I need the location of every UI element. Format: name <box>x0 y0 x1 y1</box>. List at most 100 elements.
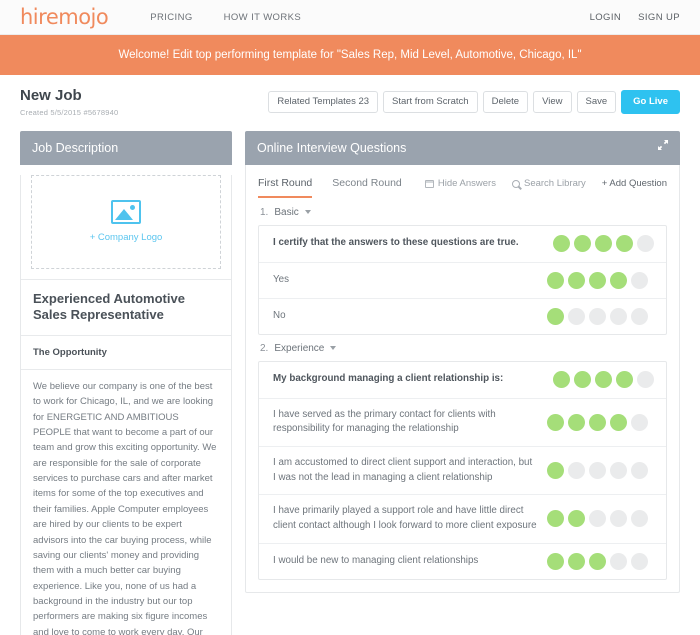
search-library-button[interactable]: Search Library <box>511 178 586 189</box>
answer-text: I have primarily played a support role a… <box>273 505 537 531</box>
question-group: 2. Experience My background managing a c… <box>258 343 667 580</box>
job-description-panel-header: Job Description <box>20 130 232 165</box>
answer-text: Yes <box>273 273 289 285</box>
score-dot-empty[interactable] <box>568 462 585 480</box>
job-action-buttons: Related Templates 23 Start from Scratch … <box>268 88 680 114</box>
score-dot-empty[interactable] <box>589 510 606 528</box>
question-group-name[interactable]: Basic <box>274 207 298 218</box>
interview-questions-panel: Online Interview Questions First Round S… <box>245 130 680 593</box>
score-dot-empty[interactable] <box>610 307 627 325</box>
nav-link-signup[interactable]: SIGN UP <box>638 12 680 23</box>
list-icon <box>424 179 434 188</box>
score-dot-filled[interactable] <box>568 413 585 431</box>
score-dot-empty[interactable] <box>610 510 627 528</box>
interview-tool-buttons: Hide Answers Search Library + Add Questi… <box>424 178 667 196</box>
score-dot-filled[interactable] <box>610 413 627 431</box>
job-description-heading-section: Experienced Automotive Sales Representat… <box>21 278 231 335</box>
nav-link-login[interactable]: LOGIN <box>590 12 622 23</box>
chevron-down-icon[interactable] <box>304 210 311 214</box>
interview-toolbar: First Round Second Round Hide Answers Se… <box>258 165 667 199</box>
score-dot-filled[interactable] <box>547 271 564 289</box>
score-dot-filled[interactable] <box>595 371 612 388</box>
company-logo-upload-label: + Company Logo <box>89 232 163 243</box>
hiremojo-logo[interactable]: hiremojo <box>20 6 109 28</box>
question-row: I would be new to managing client relati… <box>259 542 666 579</box>
question-row: I have served as the primary contact for… <box>259 397 666 446</box>
score-dot-filled[interactable] <box>589 552 606 570</box>
score-dot-empty[interactable] <box>568 307 585 325</box>
score-dots[interactable] <box>547 510 648 528</box>
score-dot-filled[interactable] <box>568 552 585 570</box>
go-live-button[interactable]: Go Live <box>621 90 680 114</box>
score-dot-empty[interactable] <box>637 371 654 388</box>
question-group-number: 2. <box>260 342 269 354</box>
view-button[interactable]: View <box>533 91 572 113</box>
score-dot-empty[interactable] <box>631 271 648 289</box>
score-dots[interactable] <box>547 462 648 480</box>
page-title: New Job <box>20 87 82 104</box>
nav-link-pricing[interactable]: PRICING <box>150 12 192 23</box>
company-logo-upload[interactable]: + Company Logo <box>31 174 221 269</box>
nav-link-how-it-works[interactable]: HOW IT WORKS <box>224 12 301 23</box>
score-dots[interactable] <box>553 235 654 252</box>
question-group-number: 1. <box>260 206 269 218</box>
question-text: I certify that the answers to these ques… <box>273 237 519 249</box>
score-dot-filled[interactable] <box>610 271 627 289</box>
question-group-header: 2. Experience <box>258 343 667 361</box>
score-dot-filled[interactable] <box>547 552 564 570</box>
score-dots[interactable] <box>547 307 648 325</box>
welcome-banner: Welcome! Edit top performing template fo… <box>0 35 700 75</box>
expand-diagonal-icon[interactable] <box>656 138 670 152</box>
tab-first-round[interactable]: First Round <box>258 177 313 198</box>
score-dots[interactable] <box>547 271 648 289</box>
score-dot-filled[interactable] <box>547 413 564 431</box>
start-from-scratch-button[interactable]: Start from Scratch <box>383 91 478 113</box>
related-templates-button[interactable]: Related Templates 23 <box>268 91 379 113</box>
score-dot-filled[interactable] <box>589 413 606 431</box>
score-dot-filled[interactable] <box>547 462 564 480</box>
score-dot-filled[interactable] <box>589 271 606 289</box>
add-question-button[interactable]: + Add Question <box>602 178 667 189</box>
delete-button[interactable]: Delete <box>482 91 529 113</box>
question-row: I have primarily played a support role a… <box>259 494 666 542</box>
app-page: hiremojo PRICING HOW IT WORKS LOGIN SIGN… <box>0 0 700 635</box>
score-dot-filled[interactable] <box>616 235 633 252</box>
score-dot-filled[interactable] <box>553 371 570 388</box>
score-dot-empty[interactable] <box>610 552 627 570</box>
primary-nav-links: PRICING HOW IT WORKS <box>150 12 301 23</box>
score-dot-filled[interactable] <box>553 235 570 252</box>
score-dot-filled[interactable] <box>568 510 585 528</box>
score-dot-filled[interactable] <box>568 271 585 289</box>
score-dot-filled[interactable] <box>547 307 564 325</box>
score-dot-empty[interactable] <box>631 462 648 480</box>
score-dot-empty[interactable] <box>631 510 648 528</box>
score-dots[interactable] <box>547 413 648 431</box>
question-row: I am accustomed to direct client support… <box>259 445 666 494</box>
hide-answers-button[interactable]: Hide Answers <box>424 178 496 189</box>
question-row: No <box>259 297 666 334</box>
score-dot-filled[interactable] <box>547 510 564 528</box>
score-dot-filled[interactable] <box>595 235 612 252</box>
score-dots[interactable] <box>547 552 648 570</box>
tab-second-round[interactable]: Second Round <box>332 177 401 198</box>
score-dot-empty[interactable] <box>637 235 654 252</box>
score-dot-empty[interactable] <box>589 462 606 480</box>
question-list: I certify that the answers to these ques… <box>258 224 667 335</box>
score-dot-empty[interactable] <box>631 413 648 431</box>
score-dot-filled[interactable] <box>574 371 591 388</box>
score-dot-filled[interactable] <box>574 235 591 252</box>
answer-text: I am accustomed to direct client support… <box>273 456 533 483</box>
add-question-label: + Add Question <box>601 178 667 189</box>
save-button[interactable]: Save <box>576 91 617 113</box>
search-library-label: Search Library <box>523 178 586 189</box>
score-dot-empty[interactable] <box>631 552 648 570</box>
chevron-down-icon[interactable] <box>330 346 337 350</box>
question-group-name[interactable]: Experience <box>274 343 324 354</box>
account-nav-links: LOGIN SIGN UP <box>590 12 680 23</box>
score-dot-empty[interactable] <box>610 462 627 480</box>
score-dot-empty[interactable] <box>631 307 648 325</box>
interview-panel-header: Online Interview Questions <box>245 130 680 165</box>
score-dot-filled[interactable] <box>616 371 633 388</box>
score-dot-empty[interactable] <box>589 307 606 325</box>
score-dots[interactable] <box>553 371 654 388</box>
